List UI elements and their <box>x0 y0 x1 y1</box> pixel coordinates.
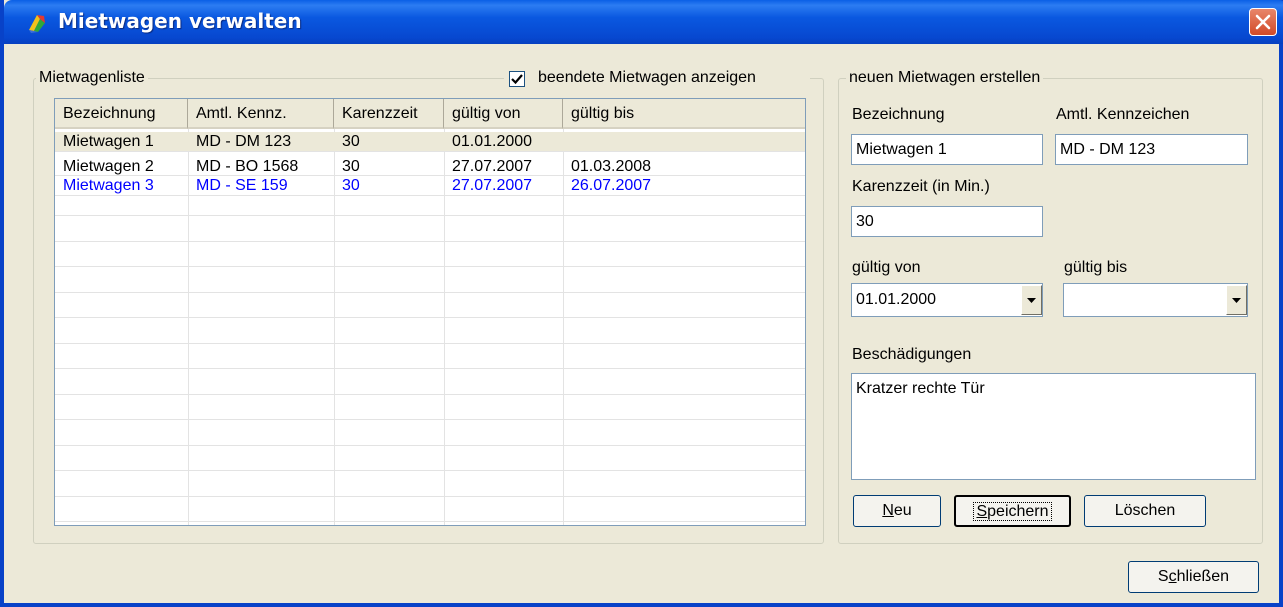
column-header-gueltig-bis[interactable]: gültig bis <box>563 99 805 129</box>
cell-kennzeichen: MD - BO 1568 <box>196 158 299 175</box>
cell-gueltig-bis: 26.07.2007 <box>571 177 652 194</box>
bezeichnung-field[interactable]: Mietwagen 1 <box>851 134 1043 165</box>
speichern-focus: Speichern <box>973 502 1052 521</box>
grid-line <box>55 496 805 497</box>
grid-line <box>55 394 805 395</box>
chevron-down-icon <box>1027 298 1036 303</box>
grid-line <box>55 151 805 152</box>
list-group-label: Mietwagenliste <box>36 69 148 87</box>
speichern-mnemonic: S <box>976 503 988 520</box>
cell-gueltig-von: 27.07.2007 <box>452 177 533 194</box>
chevron-down-icon <box>1232 298 1241 303</box>
karenzzeit-label: Karenzzeit (in Min.) <box>852 178 990 195</box>
karenzzeit-field[interactable]: 30 <box>851 206 1043 237</box>
grid-line <box>55 195 805 196</box>
grid-line <box>55 521 805 522</box>
loeschen-label: Löschen <box>1114 502 1176 519</box>
kennzeichen-field[interactable]: MD - DM 123 <box>1055 134 1248 165</box>
cell-gueltig-bis: 01.03.2008 <box>571 158 652 175</box>
dialog-window: Mietwagen verwalten Mietwagenliste beend… <box>0 0 1283 607</box>
new-car-group-label: neuen Mietwagen erstellen <box>846 69 1044 87</box>
speichern-label: peichern <box>987 503 1049 520</box>
close-window-button[interactable] <box>1249 8 1277 36</box>
loeschen-button[interactable]: Löschen <box>1084 495 1206 527</box>
show-finished-label: beendete Mietwagen anzeigen <box>538 69 756 86</box>
grid-line <box>55 266 805 267</box>
close-icon <box>1255 14 1271 30</box>
show-finished-option[interactable]: beendete Mietwagen anzeigen <box>504 69 810 89</box>
rental-car-list[interactable]: Bezeichnung Amtl. Kennz. Karenzzeit gült… <box>54 98 806 526</box>
show-finished-checkbox[interactable] <box>509 71 525 87</box>
grid-line <box>55 470 805 471</box>
table-row[interactable]: Mietwagen 1 MD - DM 123 30 01.01.2000 <box>55 132 805 151</box>
grid-line <box>55 368 805 369</box>
grid-line <box>55 292 805 293</box>
gueltig-von-label: gültig von <box>852 259 921 276</box>
beschaedigungen-label: Beschädigungen <box>852 346 972 363</box>
grid-line <box>55 445 805 446</box>
cell-gueltig-von: 27.07.2007 <box>452 158 533 175</box>
cell-karenzzeit: 30 <box>342 177 360 194</box>
column-header-karenzzeit[interactable]: Karenzzeit <box>334 99 444 129</box>
cell-karenzzeit: 30 <box>342 158 360 175</box>
beschaedigungen-textarea[interactable]: Kratzer rechte Tür <box>851 373 1256 480</box>
cell-bezeichnung: Mietwagen 3 <box>63 177 154 194</box>
schliessen-pre: S <box>1157 568 1169 585</box>
column-header-gueltig-von[interactable]: gültig von <box>444 99 563 129</box>
bezeichnung-label: Bezeichnung <box>852 106 945 123</box>
speichern-button[interactable]: Speichern <box>954 495 1071 527</box>
cell-gueltig-bis <box>563 132 805 151</box>
window-title: Mietwagen verwalten <box>58 9 302 33</box>
column-header-bezeichnung[interactable]: Bezeichnung <box>55 99 188 129</box>
cell-kennzeichen: MD - SE 159 <box>196 177 288 194</box>
grid-line <box>55 317 805 318</box>
gueltig-von-dropdown[interactable]: 01.01.2000 <box>851 283 1043 317</box>
gueltig-bis-label: gültig bis <box>1064 259 1128 276</box>
schliessen-label: hließen <box>1176 568 1230 585</box>
cell-bezeichnung: Mietwagen 1 <box>63 133 154 150</box>
grid-line <box>55 215 805 216</box>
neu-button[interactable]: Neu <box>853 495 941 527</box>
cell-karenzzeit: 30 <box>342 133 360 150</box>
neu-mnemonic: N <box>882 502 894 519</box>
checkmark-icon <box>511 74 523 85</box>
kennzeichen-label: Amtl. Kennzeichen <box>1056 106 1190 123</box>
title-bar[interactable]: Mietwagen verwalten <box>4 0 1283 44</box>
schliessen-mnemonic: c <box>1168 568 1177 585</box>
cell-gueltig-von: 01.01.2000 <box>452 133 533 150</box>
table-row[interactable]: Mietwagen 3 MD - SE 159 30 27.07.2007 26… <box>55 176 805 195</box>
gueltig-bis-dropdown-button[interactable] <box>1226 285 1247 315</box>
column-header-kennzeichen[interactable]: Amtl. Kennz. <box>188 99 334 129</box>
cell-bezeichnung: Mietwagen 2 <box>63 158 154 175</box>
gueltig-bis-dropdown[interactable] <box>1063 283 1248 317</box>
neu-label: eu <box>893 502 912 519</box>
grid-line <box>55 241 805 242</box>
cell-kennzeichen: MD - DM 123 <box>196 133 292 150</box>
gueltig-von-dropdown-button[interactable] <box>1021 285 1042 315</box>
grid-line <box>55 343 805 344</box>
schliessen-button[interactable]: Schließen <box>1128 561 1259 593</box>
table-row[interactable]: Mietwagen 2 MD - BO 1568 30 27.07.2007 0… <box>55 157 805 176</box>
gueltig-von-value: 01.01.2000 <box>856 291 937 308</box>
grid-line <box>55 419 805 420</box>
app-icon <box>29 15 45 33</box>
